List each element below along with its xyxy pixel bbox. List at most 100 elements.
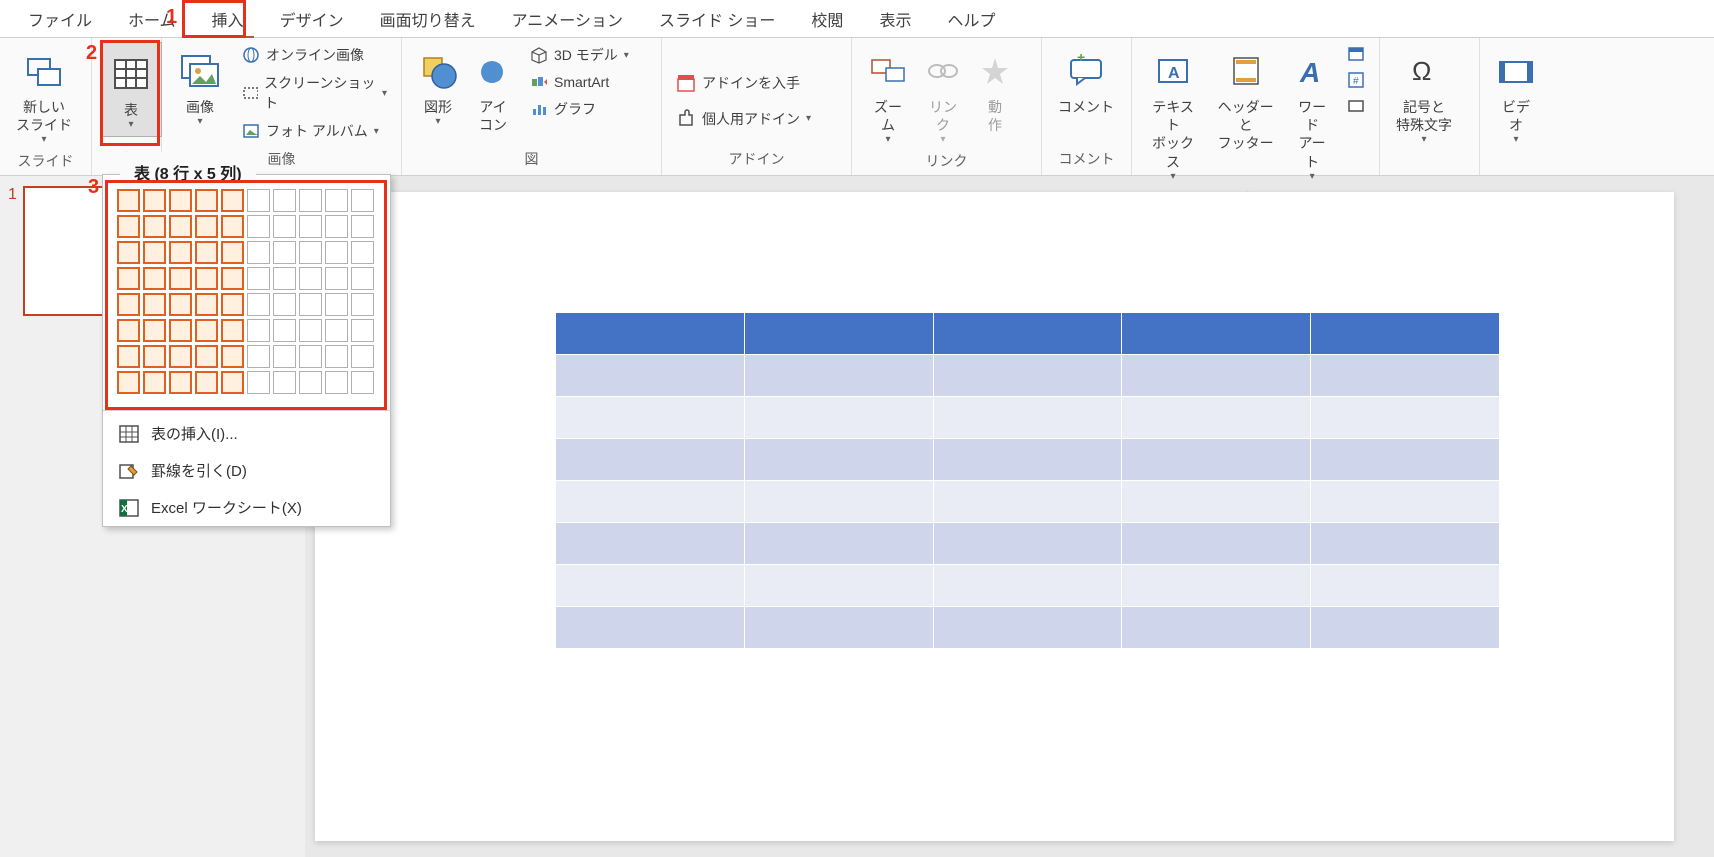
grid-cell[interactable]	[273, 267, 296, 290]
grid-cell[interactable]	[117, 215, 140, 238]
grid-cell[interactable]	[299, 267, 322, 290]
photo-album-button[interactable]: フォト アルバム ▾	[236, 118, 393, 144]
wordart-button[interactable]: A ワード アート ▾	[1285, 42, 1339, 186]
grid-cell[interactable]	[273, 371, 296, 394]
grid-cell[interactable]	[351, 267, 374, 290]
grid-cell[interactable]	[221, 371, 244, 394]
3d-models-button[interactable]: 3D モデル ▾	[524, 42, 635, 68]
header-footer-button[interactable]: ヘッダーと フッター	[1206, 42, 1285, 157]
grid-cell[interactable]	[117, 371, 140, 394]
grid-cell[interactable]	[325, 215, 348, 238]
grid-cell[interactable]	[143, 293, 166, 316]
pictures-button[interactable]: 画像 ▾	[170, 42, 230, 131]
tab-review[interactable]: 校閲	[793, 0, 861, 39]
grid-cell[interactable]	[325, 241, 348, 264]
zoom-button[interactable]: ズー ム ▾	[860, 42, 916, 149]
get-addins-button[interactable]: アドインを入手	[670, 70, 806, 96]
grid-cell[interactable]	[195, 189, 218, 212]
tab-insert[interactable]: 挿入	[194, 0, 262, 39]
tab-transitions[interactable]: 画面切り替え	[362, 0, 494, 39]
grid-cell[interactable]	[299, 371, 322, 394]
grid-cell[interactable]	[221, 189, 244, 212]
grid-cell[interactable]	[325, 345, 348, 368]
grid-cell[interactable]	[169, 241, 192, 264]
grid-cell[interactable]	[195, 241, 218, 264]
grid-cell[interactable]	[169, 319, 192, 342]
grid-cell[interactable]	[117, 293, 140, 316]
grid-cell[interactable]	[117, 189, 140, 212]
grid-cell[interactable]	[351, 215, 374, 238]
grid-cell[interactable]	[273, 293, 296, 316]
excel-worksheet-menu-item[interactable]: X Excel ワークシート(X)	[103, 489, 390, 526]
grid-cell[interactable]	[273, 241, 296, 264]
grid-cell[interactable]	[221, 293, 244, 316]
comment-button[interactable]: + コメント	[1050, 42, 1122, 120]
grid-cell[interactable]	[195, 267, 218, 290]
grid-cell[interactable]	[221, 267, 244, 290]
grid-cell[interactable]	[221, 241, 244, 264]
grid-cell[interactable]	[143, 371, 166, 394]
grid-cell[interactable]	[169, 371, 192, 394]
grid-cell[interactable]	[143, 319, 166, 342]
grid-cell[interactable]	[325, 319, 348, 342]
grid-cell[interactable]	[195, 319, 218, 342]
grid-cell[interactable]	[325, 267, 348, 290]
grid-cell[interactable]	[169, 267, 192, 290]
grid-cell[interactable]	[143, 241, 166, 264]
grid-cell[interactable]	[299, 345, 322, 368]
shapes-button[interactable]: 図形 ▾	[410, 42, 466, 131]
tab-animations[interactable]: アニメーション	[494, 0, 641, 39]
grid-cell[interactable]	[299, 215, 322, 238]
tab-view[interactable]: 表示	[861, 0, 929, 39]
online-pictures-button[interactable]: オンライン画像	[236, 42, 393, 68]
action-button[interactable]: 動 作	[970, 42, 1020, 138]
grid-cell[interactable]	[351, 189, 374, 212]
grid-cell[interactable]	[143, 267, 166, 290]
tab-slideshow[interactable]: スライド ショー	[641, 0, 793, 39]
slide-canvas[interactable]	[315, 192, 1674, 841]
grid-cell[interactable]	[351, 293, 374, 316]
grid-cell[interactable]	[299, 293, 322, 316]
grid-cell[interactable]	[325, 189, 348, 212]
grid-cell[interactable]	[143, 189, 166, 212]
grid-cell[interactable]	[143, 215, 166, 238]
chart-button[interactable]: グラフ	[524, 96, 635, 122]
inserted-table-preview[interactable]	[555, 312, 1500, 649]
grid-cell[interactable]	[299, 319, 322, 342]
grid-cell[interactable]	[351, 319, 374, 342]
grid-cell[interactable]	[117, 241, 140, 264]
grid-cell[interactable]	[169, 293, 192, 316]
grid-cell[interactable]	[117, 267, 140, 290]
grid-cell[interactable]	[247, 267, 270, 290]
grid-cell[interactable]	[221, 345, 244, 368]
grid-cell[interactable]	[221, 215, 244, 238]
grid-cell[interactable]	[247, 241, 270, 264]
grid-cell[interactable]	[221, 319, 244, 342]
object-button[interactable]	[1341, 94, 1371, 118]
link-button[interactable]: リン ク ▾	[916, 42, 970, 149]
grid-cell[interactable]	[247, 371, 270, 394]
screenshot-button[interactable]: スクリーンショット ▾	[236, 70, 393, 116]
grid-cell[interactable]	[351, 241, 374, 264]
grid-cell[interactable]	[247, 189, 270, 212]
tab-home[interactable]: ホーム	[110, 0, 194, 39]
slide-number-button[interactable]: #	[1341, 68, 1371, 92]
grid-cell[interactable]	[247, 319, 270, 342]
new-slide-button[interactable]: 新しい スライド ▾	[8, 42, 80, 149]
date-time-button[interactable]	[1341, 42, 1371, 66]
grid-cell[interactable]	[169, 345, 192, 368]
grid-cell[interactable]	[195, 345, 218, 368]
symbol-button[interactable]: Ω 記号と 特殊文字 ▾	[1388, 42, 1460, 149]
insert-table-menu-item[interactable]: 表の挿入(I)...	[103, 415, 390, 452]
draw-table-menu-item[interactable]: 罫線を引く(D)	[103, 452, 390, 489]
grid-cell[interactable]	[169, 189, 192, 212]
grid-cell[interactable]	[325, 293, 348, 316]
grid-cell[interactable]	[117, 345, 140, 368]
grid-cell[interactable]	[325, 371, 348, 394]
grid-cell[interactable]	[299, 241, 322, 264]
grid-cell[interactable]	[273, 215, 296, 238]
grid-cell[interactable]	[247, 293, 270, 316]
grid-cell[interactable]	[169, 215, 192, 238]
grid-cell[interactable]	[273, 189, 296, 212]
grid-cell[interactable]	[195, 293, 218, 316]
